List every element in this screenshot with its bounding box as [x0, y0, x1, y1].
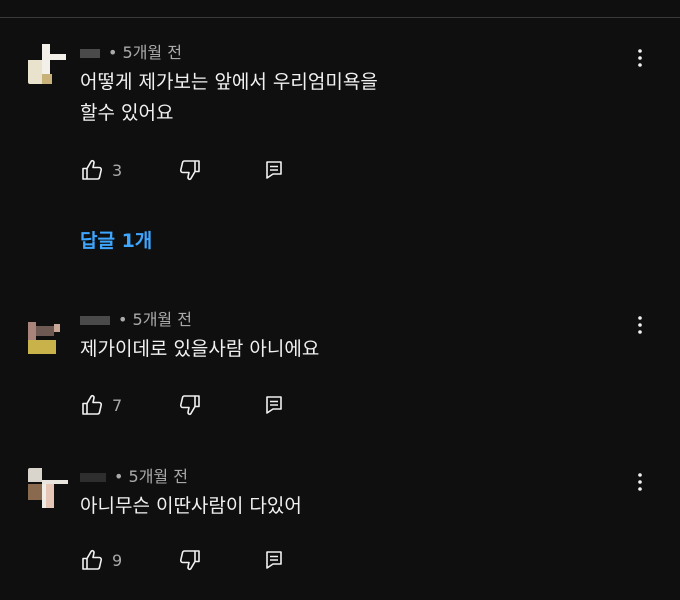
- dislike-button[interactable]: [178, 393, 202, 417]
- author-name[interactable]: [80, 48, 100, 58]
- comment-meta: • 5개월 전: [80, 463, 188, 487]
- comment-meta: • 5개월 전: [80, 39, 182, 63]
- timestamp[interactable]: • 5개월 전: [118, 306, 192, 330]
- comment-meta: • 5개월 전: [80, 306, 192, 330]
- reply-icon: [262, 158, 286, 182]
- more-options-button[interactable]: [628, 472, 652, 496]
- like-icon: [80, 548, 104, 572]
- dislike-icon: [178, 158, 202, 182]
- timestamp[interactable]: • 5개월 전: [108, 39, 182, 63]
- like-icon: [80, 393, 104, 417]
- comment-text: 아니무슨 이딴사람이 다있어: [80, 495, 302, 517]
- like-button[interactable]: 7: [80, 393, 126, 417]
- avatar[interactable]: [28, 320, 68, 360]
- reply-icon: [262, 393, 286, 417]
- dislike-button[interactable]: [178, 548, 202, 572]
- avatar[interactable]: [28, 44, 68, 84]
- reply-icon: [262, 548, 286, 572]
- like-button[interactable]: 3: [80, 158, 126, 182]
- timestamp[interactable]: • 5개월 전: [114, 463, 188, 487]
- like-button[interactable]: 9: [80, 548, 126, 572]
- author-name[interactable]: [80, 472, 106, 482]
- dislike-icon: [178, 548, 202, 572]
- like-count: 3: [112, 160, 123, 180]
- author-name[interactable]: [80, 315, 110, 325]
- dislike-button[interactable]: [178, 158, 202, 182]
- reply-button[interactable]: [262, 158, 286, 182]
- view-replies-button[interactable]: 답글 1개: [80, 226, 152, 253]
- like-count: 9: [112, 550, 123, 570]
- comment-actions: 3: [80, 158, 286, 182]
- avatar[interactable]: [28, 468, 68, 508]
- comment-text: 어떻게 제가보는 앞에서 우리엄미욕을 할수 있어요: [80, 71, 378, 124]
- comment-actions: 7: [80, 393, 286, 417]
- more-options-button[interactable]: [628, 48, 652, 72]
- top-divider: [0, 17, 680, 18]
- reply-button[interactable]: [262, 393, 286, 417]
- dislike-icon: [178, 393, 202, 417]
- more-vert-icon: [628, 313, 652, 341]
- comment-text: 제가이데로 있을사람 아니에요: [80, 338, 320, 360]
- more-options-button[interactable]: [628, 315, 652, 339]
- reply-button[interactable]: [262, 548, 286, 572]
- like-count: 7: [112, 395, 123, 415]
- more-vert-icon: [628, 470, 652, 498]
- more-vert-icon: [628, 46, 652, 74]
- like-icon: [80, 158, 104, 182]
- comment-actions: 9: [80, 548, 286, 572]
